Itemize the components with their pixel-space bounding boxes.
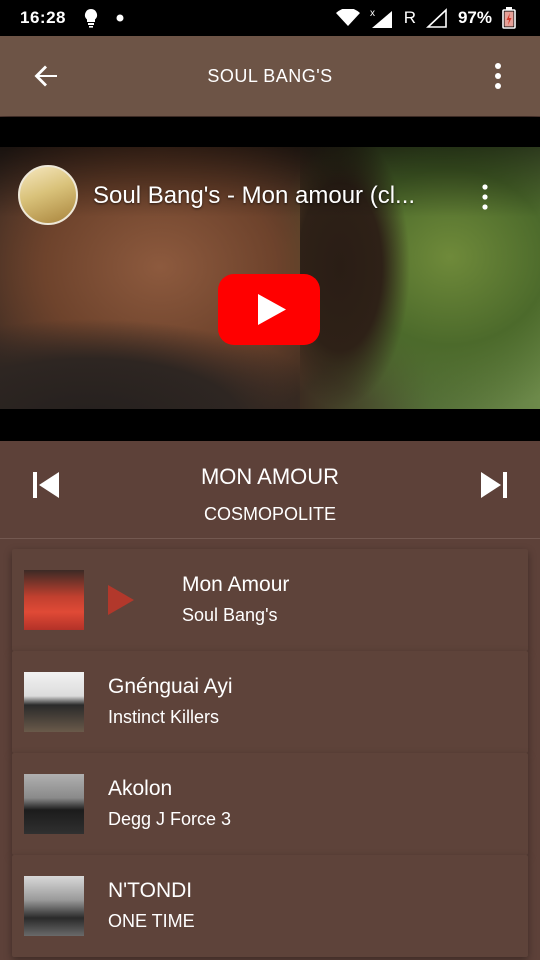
skip-next-icon[interactable] <box>478 469 510 501</box>
status-time: 16:28 <box>20 8 66 27</box>
track-artist: Degg J Force 3 <box>108 809 232 829</box>
track-title: Mon Amour <box>182 573 290 596</box>
battery-percent: 97% <box>457 8 492 27</box>
now-playing-album: COSMOPOLITE <box>203 504 337 524</box>
youtube-play-button[interactable] <box>218 274 320 345</box>
playlist-item-mon-amour[interactable]: Mon Amour Soul Bang's <box>12 549 528 651</box>
track-thumbnail <box>24 570 84 630</box>
track-thumbnail <box>24 876 84 936</box>
playlist-item-akolon[interactable]: Akolon Degg J Force 3 <box>12 753 528 855</box>
svg-text:x: x <box>370 8 375 19</box>
track-artist: Soul Bang's <box>182 605 278 625</box>
roaming-label: R <box>403 8 416 27</box>
app-bar: SOUL BANG'S <box>0 36 540 116</box>
signal-icon: x <box>370 7 394 29</box>
playlist-item-gnenguai-ayi[interactable]: Gnénguai Ayi Instinct Killers <box>12 651 528 753</box>
track-title: Gnénguai Ayi <box>108 675 233 698</box>
track-artist: Instinct Killers <box>108 707 220 727</box>
youtube-player[interactable]: Soul Bang's - Mon amour (cl... <box>0 117 540 441</box>
lightbulb-icon <box>84 8 98 28</box>
playlist-item-ntondi[interactable]: N'TONDI ONE TIME <box>12 855 528 957</box>
page-title: SOUL BANG'S <box>207 65 333 86</box>
status-bar: 16:28 x R 97% <box>0 0 540 36</box>
now-playing-title: MON AMOUR <box>200 464 340 489</box>
back-arrow-icon[interactable] <box>30 60 62 92</box>
track-title: N'TONDI <box>108 879 193 902</box>
channel-avatar[interactable] <box>18 165 78 225</box>
signal-empty-icon <box>425 8 448 28</box>
playlist: Mon Amour Soul Bang's Gnénguai Ayi Insti… <box>12 549 528 957</box>
track-title: Akolon <box>108 777 173 800</box>
track-thumbnail <box>24 774 84 834</box>
wifi-icon <box>335 9 360 27</box>
now-playing-indicator-icon <box>108 585 134 615</box>
track-artist: ONE TIME <box>108 911 195 931</box>
video-thumbnail[interactable]: Soul Bang's - Mon amour (cl... <box>0 147 540 409</box>
video-title[interactable]: Soul Bang's - Mon amour (cl... <box>93 182 415 210</box>
overflow-menu-icon[interactable] <box>492 62 504 90</box>
battery-charging-icon <box>502 7 516 29</box>
video-more-icon[interactable] <box>480 183 490 211</box>
notification-dot-icon <box>116 14 124 22</box>
now-playing-controls: MON AMOUR COSMOPOLITE <box>0 441 540 539</box>
track-thumbnail <box>24 672 84 732</box>
